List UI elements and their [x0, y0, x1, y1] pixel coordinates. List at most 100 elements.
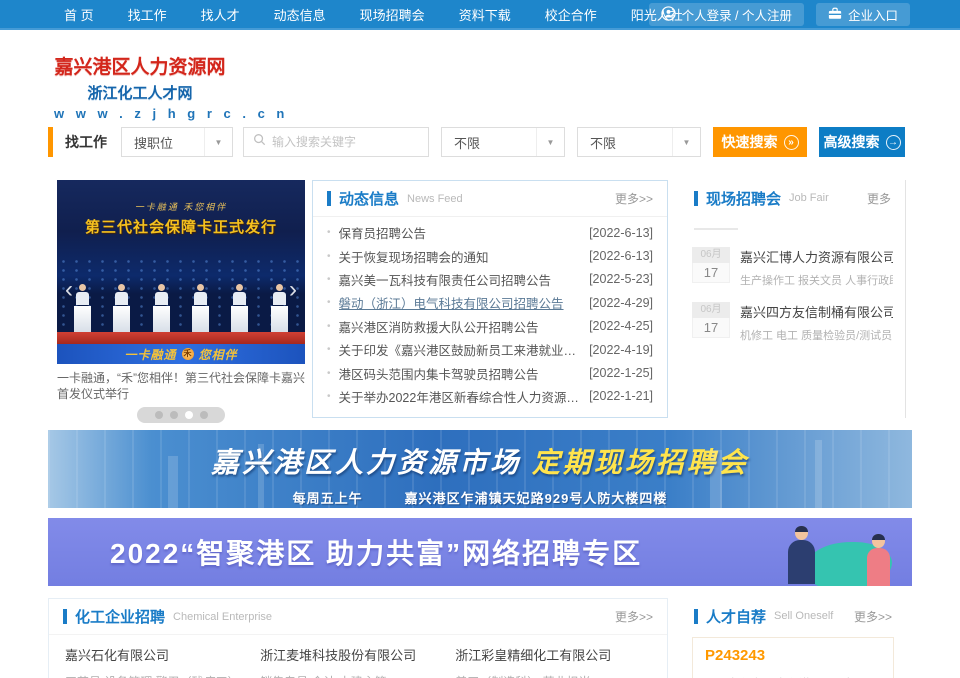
- date-badge: 06月 17: [692, 247, 730, 288]
- carousel-prev-arrow[interactable]: ‹: [65, 278, 73, 302]
- nav-item-find-talent[interactable]: 找人才: [201, 5, 240, 24]
- news-item-date: [2022-6-13]: [589, 226, 653, 240]
- orange-accent-bar: [48, 127, 53, 157]
- nav-item-news[interactable]: 动态信息: [274, 5, 326, 24]
- chevron-down-icon: ▼: [204, 128, 232, 156]
- job-fair-banner[interactable]: 嘉兴港区人力资源市场 定期现场招聘会 每周五上午嘉兴港区乍浦镇天妃路929号人防…: [48, 430, 912, 508]
- search-input-wrap: [243, 127, 429, 157]
- industrial-decor: [710, 450, 722, 508]
- news-item[interactable]: • 保育员招聘公告 [2022-6-13]: [327, 221, 653, 244]
- personal-login-button[interactable]: 个人登录 / 个人注册: [649, 3, 804, 26]
- nav-item-home[interactable]: 首 页: [64, 5, 94, 24]
- he-seal-icon: 禾: [182, 348, 194, 360]
- job-fair-panel: 现场招聘会 Job Fair 更多 06月 17 嘉兴汇博人力资源有限公司 生产…: [680, 180, 906, 418]
- top-nav: 首 页 找工作 找人才 动态信息 现场招聘会 资料下载 校企合作 阳光人社 个人…: [0, 0, 960, 30]
- news-item-title: 关于印发《嘉兴港区鼓励新员工来港就业补助操作...: [339, 340, 582, 359]
- news-item-title: 磐动（浙江）电气科技有限公司招聘公告: [339, 293, 582, 312]
- news-item-title: 嘉兴港区消防救援大队公开招聘公告: [339, 317, 582, 336]
- carousel-slide[interactable]: 一卡融通 禾您相伴 第三代社会保障卡正式发行 一卡融通 禾 您相伴 ‹ ›: [57, 180, 305, 364]
- job-fair-item[interactable]: 06月 17 嘉兴四方友信制桶有限公司 机修工 电工 质量检验员/测试员 叉车.…: [680, 295, 905, 350]
- advanced-search-button[interactable]: 高级搜索 →: [819, 127, 905, 157]
- bullet-icon: •: [327, 368, 331, 379]
- company-name: 嘉兴石化有限公司: [65, 645, 260, 664]
- news-item-date: [2022-1-25]: [589, 366, 653, 380]
- bullet-icon: •: [327, 251, 331, 262]
- arrow-right-circle-icon: →: [886, 135, 901, 150]
- filter-select-2[interactable]: 不限 ▼: [577, 127, 701, 157]
- enterprise-entry-button[interactable]: 企业入口: [816, 3, 910, 26]
- news-item-title: 港区码头范围内集卡驾驶员招聘公告: [339, 364, 582, 383]
- page: 首 页 找工作 找人才 动态信息 现场招聘会 资料下载 校企合作 阳光人社 个人…: [0, 0, 960, 678]
- news-item[interactable]: • 关于恢复现场招聘会的通知 [2022-6-13]: [327, 244, 653, 267]
- carousel-next-arrow[interactable]: ›: [289, 278, 297, 302]
- news-item[interactable]: • 港区码头范围内集卡驾驶员招聘公告 [2022-1-25]: [327, 361, 653, 384]
- chemical-more-link[interactable]: 更多>>: [615, 608, 653, 625]
- carousel-dot-4[interactable]: [200, 411, 208, 419]
- job-fair-more-link[interactable]: 更多: [867, 190, 891, 207]
- news-item[interactable]: • 关于印发《嘉兴港区鼓励新员工来港就业补助操作... [2022-4-19]: [327, 338, 653, 361]
- site-logo[interactable]: 嘉兴港区人力资源网 浙江化工人才网 w w w . z j h g r c . …: [54, 52, 226, 121]
- company-item[interactable]: 嘉兴石化有限公司 工艺员 设备管理 警卫（残疾工）: [65, 645, 260, 678]
- chemical-company-list: 嘉兴石化有限公司 工艺员 设备管理 警卫（残疾工） 浙江麦堆科技股份有限公司 销…: [49, 635, 667, 678]
- news-item-title: 嘉兴美一瓦科技有限责任公司招聘公告: [339, 270, 582, 289]
- enterprise-entry-label: 企业入口: [848, 5, 898, 24]
- nav-item-school-cooperation[interactable]: 校企合作: [545, 5, 597, 24]
- news-item-title: 关于举办2022年港区新春综合性人力资源暨春风...: [339, 387, 582, 406]
- talent-header: 人才自荐 Sell Oneself 更多>>: [680, 598, 906, 634]
- company-positions: 普工（制造科） 营业担当: [455, 673, 650, 678]
- job-fair-info: 嘉兴汇博人力资源有限公司 生产操作工 报关文员 人事行政助理...: [740, 247, 893, 288]
- job-fair-info: 嘉兴四方友信制桶有限公司 机修工 电工 质量检验员/测试员 叉车...: [740, 302, 893, 343]
- filter-select-1[interactable]: 不限 ▼: [441, 127, 565, 157]
- filter-1-value: 不限: [454, 133, 480, 152]
- person-illustration: [788, 526, 815, 584]
- search-bar: 找工作 搜职位 ▼ 不限 ▼ 不限 ▼ 快速搜索 » 高级搜索 →: [48, 127, 912, 157]
- nav-item-downloads[interactable]: 资料下载: [459, 5, 511, 24]
- news-item[interactable]: • 关于举办2022年港区新春综合性人力资源暨春风... [2022-1-21]: [327, 385, 653, 408]
- quick-search-icon: »: [784, 135, 799, 150]
- carousel-caption[interactable]: 一卡融通，“禾”您相伴！第三代社会保障卡嘉兴首发仪式举行: [57, 370, 305, 402]
- search-category-select[interactable]: 搜职位 ▼: [121, 127, 233, 157]
- chevron-down-icon: ▼: [672, 128, 700, 156]
- carousel-dot-2[interactable]: [170, 411, 178, 419]
- stage-banner-strip: 一卡融通 禾 您相伴: [57, 344, 305, 364]
- site-title: 嘉兴港区人力资源网: [54, 52, 226, 79]
- industrial-decor: [815, 440, 822, 508]
- briefcase-icon: [828, 7, 842, 23]
- bullet-icon: •: [327, 321, 331, 332]
- news-item-date: [2022-4-25]: [589, 319, 653, 333]
- news-item[interactable]: • 嘉兴美一瓦科技有限责任公司招聘公告 [2022-5-23]: [327, 268, 653, 291]
- site-subtitle: 浙江化工人才网: [54, 82, 226, 103]
- news-panel: 动态信息 News Feed 更多>> • 保育员招聘公告 [2022-6-13…: [312, 180, 668, 418]
- user-icon: [661, 6, 676, 24]
- news-more-link[interactable]: 更多>>: [615, 190, 653, 207]
- news-item[interactable]: • 磐动（浙江）电气科技有限公司招聘公告 [2022-4-29]: [327, 291, 653, 314]
- talent-panel: 人才自荐 Sell Oneself 更多>> P243243 男 | 嘉兴市→嘉…: [680, 598, 906, 678]
- carousel-dot-3[interactable]: [185, 411, 193, 419]
- company-item[interactable]: 浙江麦堆科技股份有限公司 销售专员 会计 土建主管: [260, 645, 455, 678]
- date-badge: 06月 17: [692, 302, 730, 343]
- carousel-dot-1[interactable]: [155, 411, 163, 419]
- company-positions: 销售专员 会计 土建主管: [260, 673, 455, 678]
- badge-day: 17: [692, 263, 730, 283]
- company-item[interactable]: 浙江彩皇精细化工有限公司 普工（制造科） 营业担当: [455, 645, 650, 678]
- search-category-value: 搜职位: [134, 133, 173, 152]
- talent-subtitle: Sell Oneself: [774, 610, 854, 622]
- job-fair-positions: 机修工 电工 质量检验员/测试员 叉车...: [740, 327, 893, 343]
- quick-search-button[interactable]: 快速搜索 »: [713, 127, 807, 157]
- chevron-down-icon: ▼: [536, 128, 564, 156]
- news-item[interactable]: • 嘉兴港区消防救援大队公开招聘公告 [2022-4-25]: [327, 315, 653, 338]
- search-input[interactable]: [272, 135, 419, 149]
- job-fair-item[interactable]: 06月 17 嘉兴汇博人力资源有限公司 生产操作工 报关文员 人事行政助理...: [680, 240, 905, 295]
- chemical-enterprise-panel: 化工企业招聘 Chemical Enterprise 更多>> 嘉兴石化有限公司…: [48, 598, 668, 678]
- news-item-date: [2022-4-19]: [589, 343, 653, 357]
- online-recruiting-banner[interactable]: 2022“智聚港区 助力共富”网络招聘专区: [48, 518, 912, 586]
- nav-item-find-job[interactable]: 找工作: [128, 5, 167, 24]
- news-list: • 保育员招聘公告 [2022-6-13] • 关于恢复现场招聘会的通知 [20…: [313, 217, 667, 408]
- banner2-title: 2022“智聚港区 助力共富”网络招聘专区: [110, 532, 642, 572]
- slide-script-text: 一卡融通 禾您相伴: [57, 200, 305, 213]
- nav-item-job-fair[interactable]: 现场招聘会: [360, 5, 425, 24]
- person-figure: [153, 284, 170, 332]
- talent-card[interactable]: P243243 男 | 嘉兴市→嘉兴港区 | 八年以上: [692, 637, 894, 678]
- strip-text-left: 一卡融通: [124, 346, 176, 363]
- talent-more-link[interactable]: 更多>>: [854, 608, 892, 625]
